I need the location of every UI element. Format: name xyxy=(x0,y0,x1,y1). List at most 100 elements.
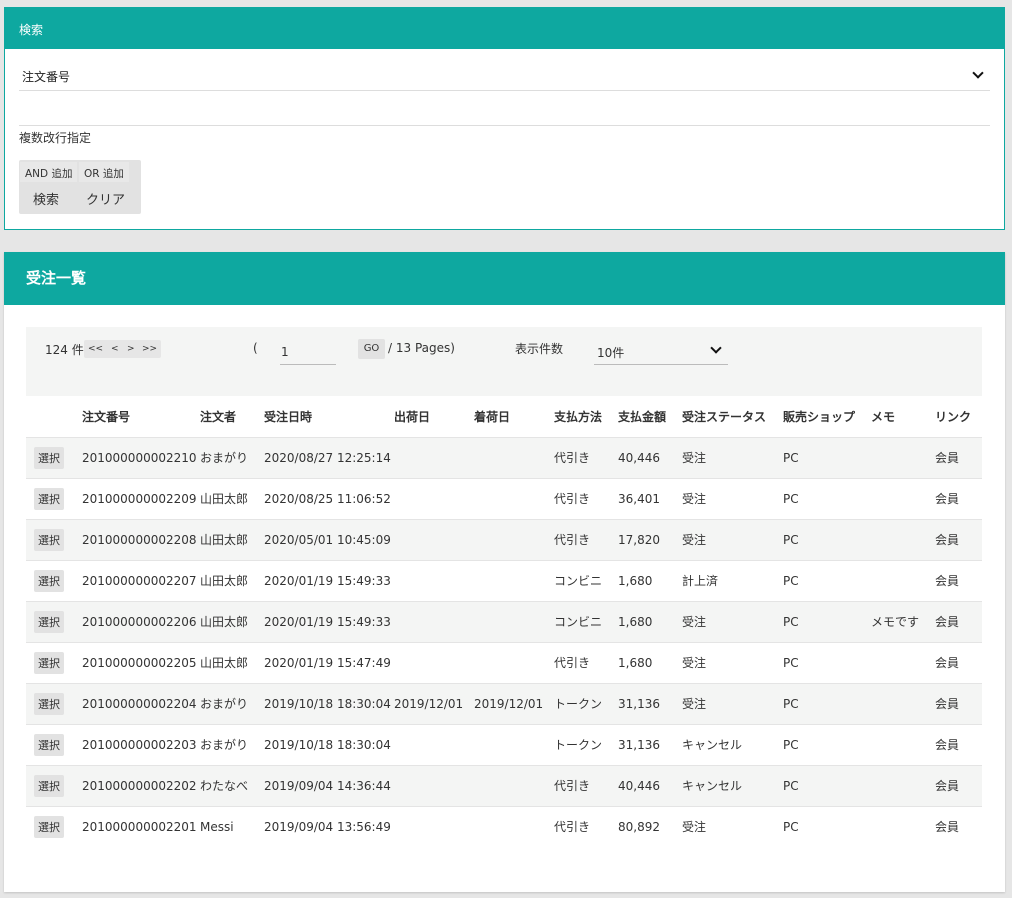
cell-link[interactable]: 会員 xyxy=(935,600,982,642)
column-header-order-datetime: 受注日時 xyxy=(264,409,313,424)
cell-order-datetime: 2019/09/04 14:36:44 xyxy=(264,764,394,806)
column-header-select xyxy=(26,396,82,437)
cell-payment-method: 代引き xyxy=(554,436,618,478)
select-button[interactable]: 選択 xyxy=(34,446,64,469)
page-open-paren: ( xyxy=(253,341,258,355)
cell-order-datetime: 2020/05/01 10:45:09 xyxy=(264,518,394,560)
cell-link[interactable]: 会員 xyxy=(935,764,982,806)
cell-payment-method: コンビニ xyxy=(554,600,618,642)
page-number-input[interactable]: 1 xyxy=(280,339,336,365)
first-page-button[interactable]: << xyxy=(88,344,103,354)
cell-customer: 山田太郎 xyxy=(200,559,264,601)
cell-ship-date xyxy=(394,518,474,560)
select-button[interactable]: 選択 xyxy=(34,569,64,592)
cell-order-number[interactable]: 201000000002208 xyxy=(82,518,200,560)
cell-link[interactable]: 会員 xyxy=(935,805,982,847)
cell-arrival-date xyxy=(474,436,554,478)
cell-payment-method: トークン xyxy=(554,723,618,765)
cell-memo xyxy=(871,805,935,847)
column-header-arrival-date: 着荷日 xyxy=(474,409,511,424)
clear-button[interactable]: クリア xyxy=(86,189,125,208)
select-button[interactable]: 選択 xyxy=(34,651,64,674)
table-row: 選択 201000000002207 山田太郎 2020/01/19 15:49:33… xyxy=(26,559,982,601)
cell-amount: 36,401 xyxy=(618,477,682,519)
cell-order-datetime: 2019/10/18 18:30:04 xyxy=(264,723,394,765)
table-row: 選択 201000000002205 山田太郎 2020/01/19 15:47:49… xyxy=(26,641,982,683)
cell-shop: PC xyxy=(783,518,871,560)
cell-link[interactable]: 会員 xyxy=(935,436,982,478)
column-header-memo: メモ xyxy=(871,409,896,424)
cell-payment-method: 代引き xyxy=(554,805,618,847)
cell-customer: おまがり xyxy=(200,682,264,724)
or-add-button[interactable]: OR 追加 xyxy=(79,162,129,182)
select-cell: 選択 xyxy=(26,436,82,478)
select-button[interactable]: 選択 xyxy=(34,774,64,797)
cell-link[interactable]: 会員 xyxy=(935,641,982,683)
next-page-button[interactable]: > xyxy=(127,344,135,354)
per-page-select[interactable]: 10件 xyxy=(594,339,728,365)
cell-link[interactable]: 会員 xyxy=(935,559,982,601)
cell-order-number[interactable]: 201000000002207 xyxy=(82,559,200,601)
cell-link[interactable]: 会員 xyxy=(935,518,982,560)
go-button[interactable]: GO xyxy=(358,339,385,359)
select-button[interactable]: 選択 xyxy=(34,610,64,633)
cell-order-number[interactable]: 201000000002205 xyxy=(82,641,200,683)
order-table: 注文番号 注文者 受注日時 出荷日 着荷日 支払方法 支払金額 受注ステータス 販売ショップ メモ… xyxy=(26,396,982,847)
cell-arrival-date xyxy=(474,723,554,765)
cell-payment-method: 代引き xyxy=(554,641,618,683)
cell-order-number[interactable]: 201000000002201 xyxy=(82,805,200,847)
cell-order-number[interactable]: 201000000002210 xyxy=(82,436,200,478)
cell-order-number[interactable]: 201000000002204 xyxy=(82,682,200,724)
cell-payment-method: 代引き xyxy=(554,477,618,519)
cell-amount: 1,680 xyxy=(618,641,682,683)
column-header-ship-date: 出荷日 xyxy=(394,409,431,424)
cell-payment-method: トークン xyxy=(554,682,618,724)
per-page-label: 表示件数 xyxy=(515,342,564,356)
cell-customer: Messi xyxy=(200,805,264,847)
cell-order-number[interactable]: 201000000002202 xyxy=(82,764,200,806)
result-count: 124 件 xyxy=(45,343,84,357)
select-button[interactable]: 選択 xyxy=(34,487,64,510)
cell-amount: 80,892 xyxy=(618,805,682,847)
table-header-row: 注文番号 注文者 受注日時 出荷日 着荷日 支払方法 支払金額 受注ステータス 販売ショップ メモ… xyxy=(26,396,982,437)
select-cell: 選択 xyxy=(26,600,82,642)
select-button[interactable]: 選択 xyxy=(34,733,64,756)
cell-link[interactable]: 会員 xyxy=(935,682,982,724)
cell-shop: PC xyxy=(783,559,871,601)
search-panel-title: 検索 xyxy=(19,23,44,37)
cell-arrival-date xyxy=(474,477,554,519)
table-row: 選択 201000000002208 山田太郎 2020/05/01 10:45:09… xyxy=(26,518,982,560)
column-header-shop: 販売ショップ xyxy=(783,409,856,424)
cell-memo xyxy=(871,723,935,765)
select-cell: 選択 xyxy=(26,559,82,601)
prev-page-button[interactable]: < xyxy=(111,344,119,354)
cell-order-status: キャンセル xyxy=(682,764,783,806)
cell-order-number[interactable]: 201000000002209 xyxy=(82,477,200,519)
table-row: 選択 201000000002209 山田太郎 2020/08/25 11:06:52… xyxy=(26,477,982,519)
search-panel: 検索 注文番号 複数改行指定 AND 追加 OR 追加 検索 クリア xyxy=(4,7,1005,230)
cell-order-number[interactable]: 201000000002203 xyxy=(82,723,200,765)
cell-order-number[interactable]: 201000000002206 xyxy=(82,600,200,642)
select-button[interactable]: 選択 xyxy=(34,692,64,715)
select-cell: 選択 xyxy=(26,723,82,765)
cell-customer: 山田太郎 xyxy=(200,477,264,519)
cell-customer: おまがり xyxy=(200,436,264,478)
last-page-button[interactable]: >> xyxy=(142,344,157,354)
cell-customer: 山田太郎 xyxy=(200,518,264,560)
cell-link[interactable]: 会員 xyxy=(935,723,982,765)
search-field-select[interactable]: 注文番号 xyxy=(19,61,990,91)
select-button[interactable]: 選択 xyxy=(34,815,64,838)
search-button[interactable]: 検索 xyxy=(33,189,59,208)
cell-order-datetime: 2020/08/27 12:25:14 xyxy=(264,436,394,478)
cell-payment-method: 代引き xyxy=(554,518,618,560)
search-textarea[interactable] xyxy=(19,125,990,126)
cell-order-datetime: 2020/01/19 15:49:33 xyxy=(264,559,394,601)
cell-amount: 1,680 xyxy=(618,600,682,642)
and-add-button[interactable]: AND 追加 xyxy=(20,162,78,182)
order-list-panel: 受注一覧 124 件 << < > >> ( 1 GO / 13 Pages) … xyxy=(4,252,1005,892)
select-button[interactable]: 選択 xyxy=(34,528,64,551)
cell-arrival-date xyxy=(474,641,554,683)
search-button-group: AND 追加 OR 追加 検索 クリア xyxy=(19,160,141,214)
cell-arrival-date xyxy=(474,600,554,642)
cell-link[interactable]: 会員 xyxy=(935,477,982,519)
